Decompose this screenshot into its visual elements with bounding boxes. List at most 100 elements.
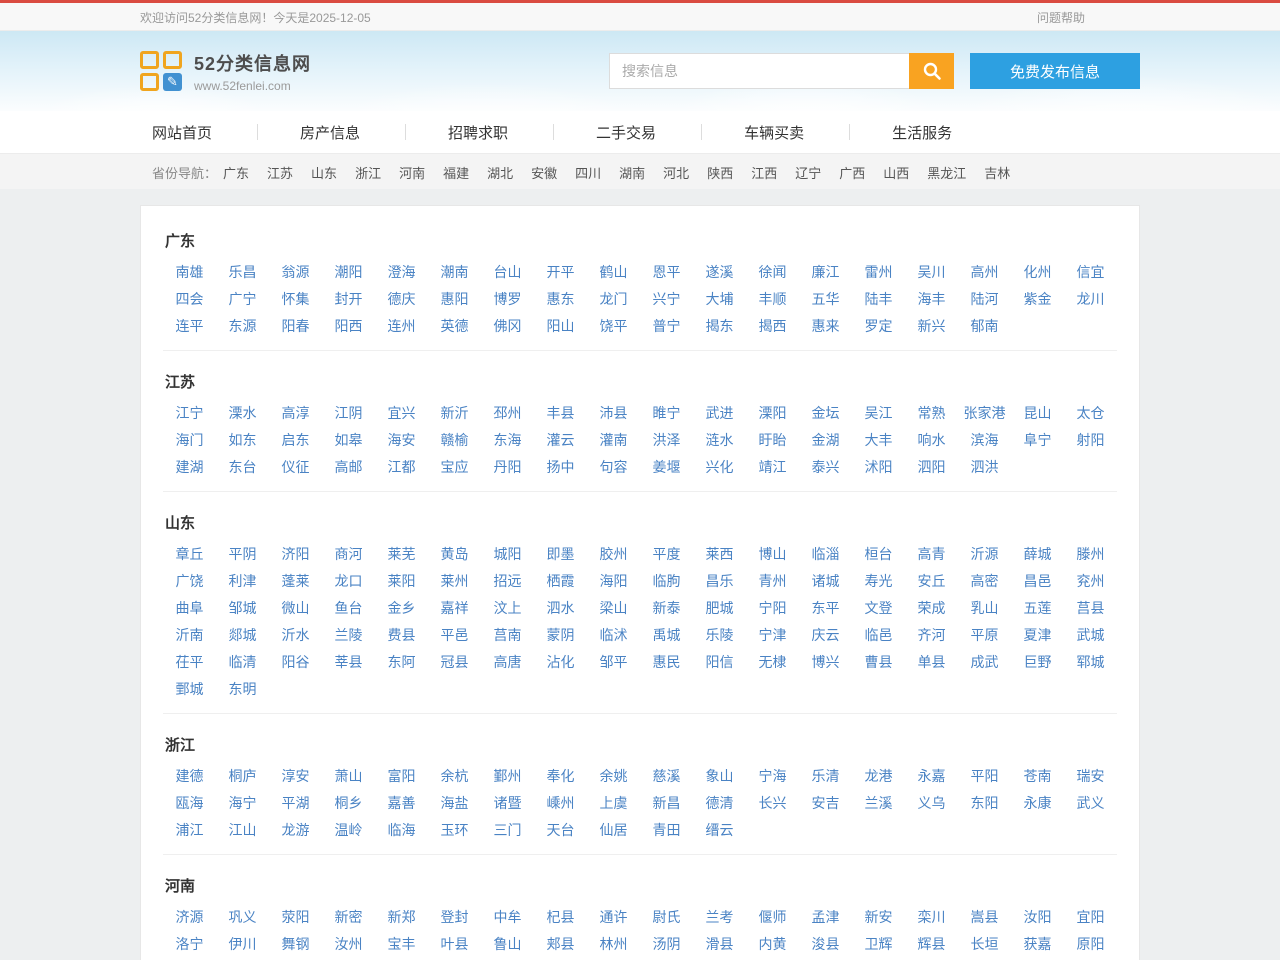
city-link[interactable]: 泰兴 bbox=[799, 454, 852, 481]
city-link[interactable]: 惠阳 bbox=[428, 286, 481, 313]
city-link[interactable]: 平阳 bbox=[958, 763, 1011, 790]
city-link[interactable]: 五莲 bbox=[1011, 595, 1064, 622]
city-link[interactable]: 桓台 bbox=[852, 541, 905, 568]
city-link[interactable]: 浦江 bbox=[163, 817, 216, 844]
city-link[interactable]: 五华 bbox=[799, 286, 852, 313]
city-link[interactable]: 桐乡 bbox=[322, 790, 375, 817]
city-link[interactable]: 海盐 bbox=[428, 790, 481, 817]
city-link[interactable]: 肥城 bbox=[693, 595, 746, 622]
nav-item-2[interactable]: 招聘求职 bbox=[434, 122, 522, 143]
city-link[interactable]: 象山 bbox=[693, 763, 746, 790]
city-link[interactable]: 微山 bbox=[269, 595, 322, 622]
city-link[interactable]: 高唐 bbox=[481, 649, 534, 676]
city-link[interactable]: 新沂 bbox=[428, 400, 481, 427]
city-link[interactable]: 洛宁 bbox=[163, 931, 216, 958]
nav-item-0[interactable]: 网站首页 bbox=[140, 122, 226, 143]
nav-item-1[interactable]: 房产信息 bbox=[286, 122, 374, 143]
city-link[interactable]: 化州 bbox=[1011, 259, 1064, 286]
city-link[interactable]: 余杭 bbox=[428, 763, 481, 790]
city-link[interactable]: 龙港 bbox=[852, 763, 905, 790]
help-link[interactable]: 问题帮助 bbox=[1037, 9, 1085, 26]
city-link[interactable]: 嘉祥 bbox=[428, 595, 481, 622]
city-link[interactable]: 昆山 bbox=[1011, 400, 1064, 427]
site-logo[interactable]: ✎ 52分类信息网 www.52fenlei.com bbox=[140, 50, 311, 93]
city-link[interactable]: 响水 bbox=[905, 427, 958, 454]
city-link[interactable]: 上虞 bbox=[587, 790, 640, 817]
city-link[interactable]: 招远 bbox=[481, 568, 534, 595]
city-link[interactable]: 萧山 bbox=[322, 763, 375, 790]
city-link[interactable]: 宝应 bbox=[428, 454, 481, 481]
city-link[interactable]: 恩平 bbox=[640, 259, 693, 286]
city-link[interactable]: 阳春 bbox=[269, 313, 322, 340]
city-link[interactable]: 沭阳 bbox=[852, 454, 905, 481]
city-link[interactable]: 阳山 bbox=[534, 313, 587, 340]
city-link[interactable]: 邹平 bbox=[587, 649, 640, 676]
city-link[interactable]: 青田 bbox=[640, 817, 693, 844]
city-link[interactable]: 鱼台 bbox=[322, 595, 375, 622]
search-input[interactable] bbox=[609, 53, 909, 89]
city-link[interactable]: 泗洪 bbox=[958, 454, 1011, 481]
province-link[interactable]: 陕西 bbox=[707, 166, 733, 181]
city-link[interactable]: 潮阳 bbox=[322, 259, 375, 286]
city-link[interactable]: 信宜 bbox=[1064, 259, 1117, 286]
city-link[interactable]: 高密 bbox=[958, 568, 1011, 595]
province-link[interactable]: 广西 bbox=[839, 166, 865, 181]
city-link[interactable]: 吴江 bbox=[852, 400, 905, 427]
city-link[interactable]: 齐河 bbox=[905, 622, 958, 649]
city-link[interactable]: 长兴 bbox=[746, 790, 799, 817]
province-link[interactable]: 四川 bbox=[575, 166, 601, 181]
city-link[interactable]: 杞县 bbox=[534, 904, 587, 931]
city-link[interactable]: 昌邑 bbox=[1011, 568, 1064, 595]
province-link[interactable]: 湖南 bbox=[619, 166, 645, 181]
city-link[interactable]: 南雄 bbox=[163, 259, 216, 286]
city-link[interactable]: 嘉善 bbox=[375, 790, 428, 817]
province-link[interactable]: 福建 bbox=[443, 166, 469, 181]
city-link[interactable]: 郁南 bbox=[958, 313, 1011, 340]
city-link[interactable]: 如皋 bbox=[322, 427, 375, 454]
city-link[interactable]: 舞钢 bbox=[269, 931, 322, 958]
city-link[interactable]: 宝丰 bbox=[375, 931, 428, 958]
city-link[interactable]: 射阳 bbox=[1064, 427, 1117, 454]
city-link[interactable]: 如东 bbox=[216, 427, 269, 454]
city-link[interactable]: 龙游 bbox=[269, 817, 322, 844]
city-link[interactable]: 济阳 bbox=[269, 541, 322, 568]
city-link[interactable]: 惠来 bbox=[799, 313, 852, 340]
city-link[interactable]: 姜堰 bbox=[640, 454, 693, 481]
city-link[interactable]: 费县 bbox=[375, 622, 428, 649]
city-link[interactable]: 尉氏 bbox=[640, 904, 693, 931]
city-link[interactable]: 德清 bbox=[693, 790, 746, 817]
city-link[interactable]: 新昌 bbox=[640, 790, 693, 817]
city-link[interactable]: 兰陵 bbox=[322, 622, 375, 649]
city-link[interactable]: 博山 bbox=[746, 541, 799, 568]
city-link[interactable]: 中牟 bbox=[481, 904, 534, 931]
city-link[interactable]: 蓬莱 bbox=[269, 568, 322, 595]
city-link[interactable]: 阳西 bbox=[322, 313, 375, 340]
city-link[interactable]: 丹阳 bbox=[481, 454, 534, 481]
city-link[interactable]: 武进 bbox=[693, 400, 746, 427]
province-link[interactable]: 江苏 bbox=[267, 166, 293, 181]
city-link[interactable]: 泗水 bbox=[534, 595, 587, 622]
city-link[interactable]: 鹤山 bbox=[587, 259, 640, 286]
nav-item-3[interactable]: 二手交易 bbox=[582, 122, 670, 143]
city-link[interactable]: 栾川 bbox=[905, 904, 958, 931]
city-link[interactable]: 新密 bbox=[322, 904, 375, 931]
city-link[interactable]: 大丰 bbox=[852, 427, 905, 454]
city-link[interactable]: 曲阜 bbox=[163, 595, 216, 622]
city-link[interactable]: 文登 bbox=[852, 595, 905, 622]
city-link[interactable]: 靖江 bbox=[746, 454, 799, 481]
city-link[interactable]: 东源 bbox=[216, 313, 269, 340]
city-link[interactable]: 莱西 bbox=[693, 541, 746, 568]
city-link[interactable]: 莱阳 bbox=[375, 568, 428, 595]
city-link[interactable]: 金乡 bbox=[375, 595, 428, 622]
city-link[interactable]: 昌乐 bbox=[693, 568, 746, 595]
city-link[interactable]: 高淳 bbox=[269, 400, 322, 427]
city-link[interactable]: 桐庐 bbox=[216, 763, 269, 790]
city-link[interactable]: 乳山 bbox=[958, 595, 1011, 622]
city-link[interactable]: 汤阴 bbox=[640, 931, 693, 958]
city-link[interactable]: 寿光 bbox=[852, 568, 905, 595]
city-link[interactable]: 怀集 bbox=[269, 286, 322, 313]
city-link[interactable]: 莱州 bbox=[428, 568, 481, 595]
city-link[interactable]: 滑县 bbox=[693, 931, 746, 958]
city-link[interactable]: 永嘉 bbox=[905, 763, 958, 790]
nav-item-5[interactable]: 生活服务 bbox=[878, 122, 966, 143]
